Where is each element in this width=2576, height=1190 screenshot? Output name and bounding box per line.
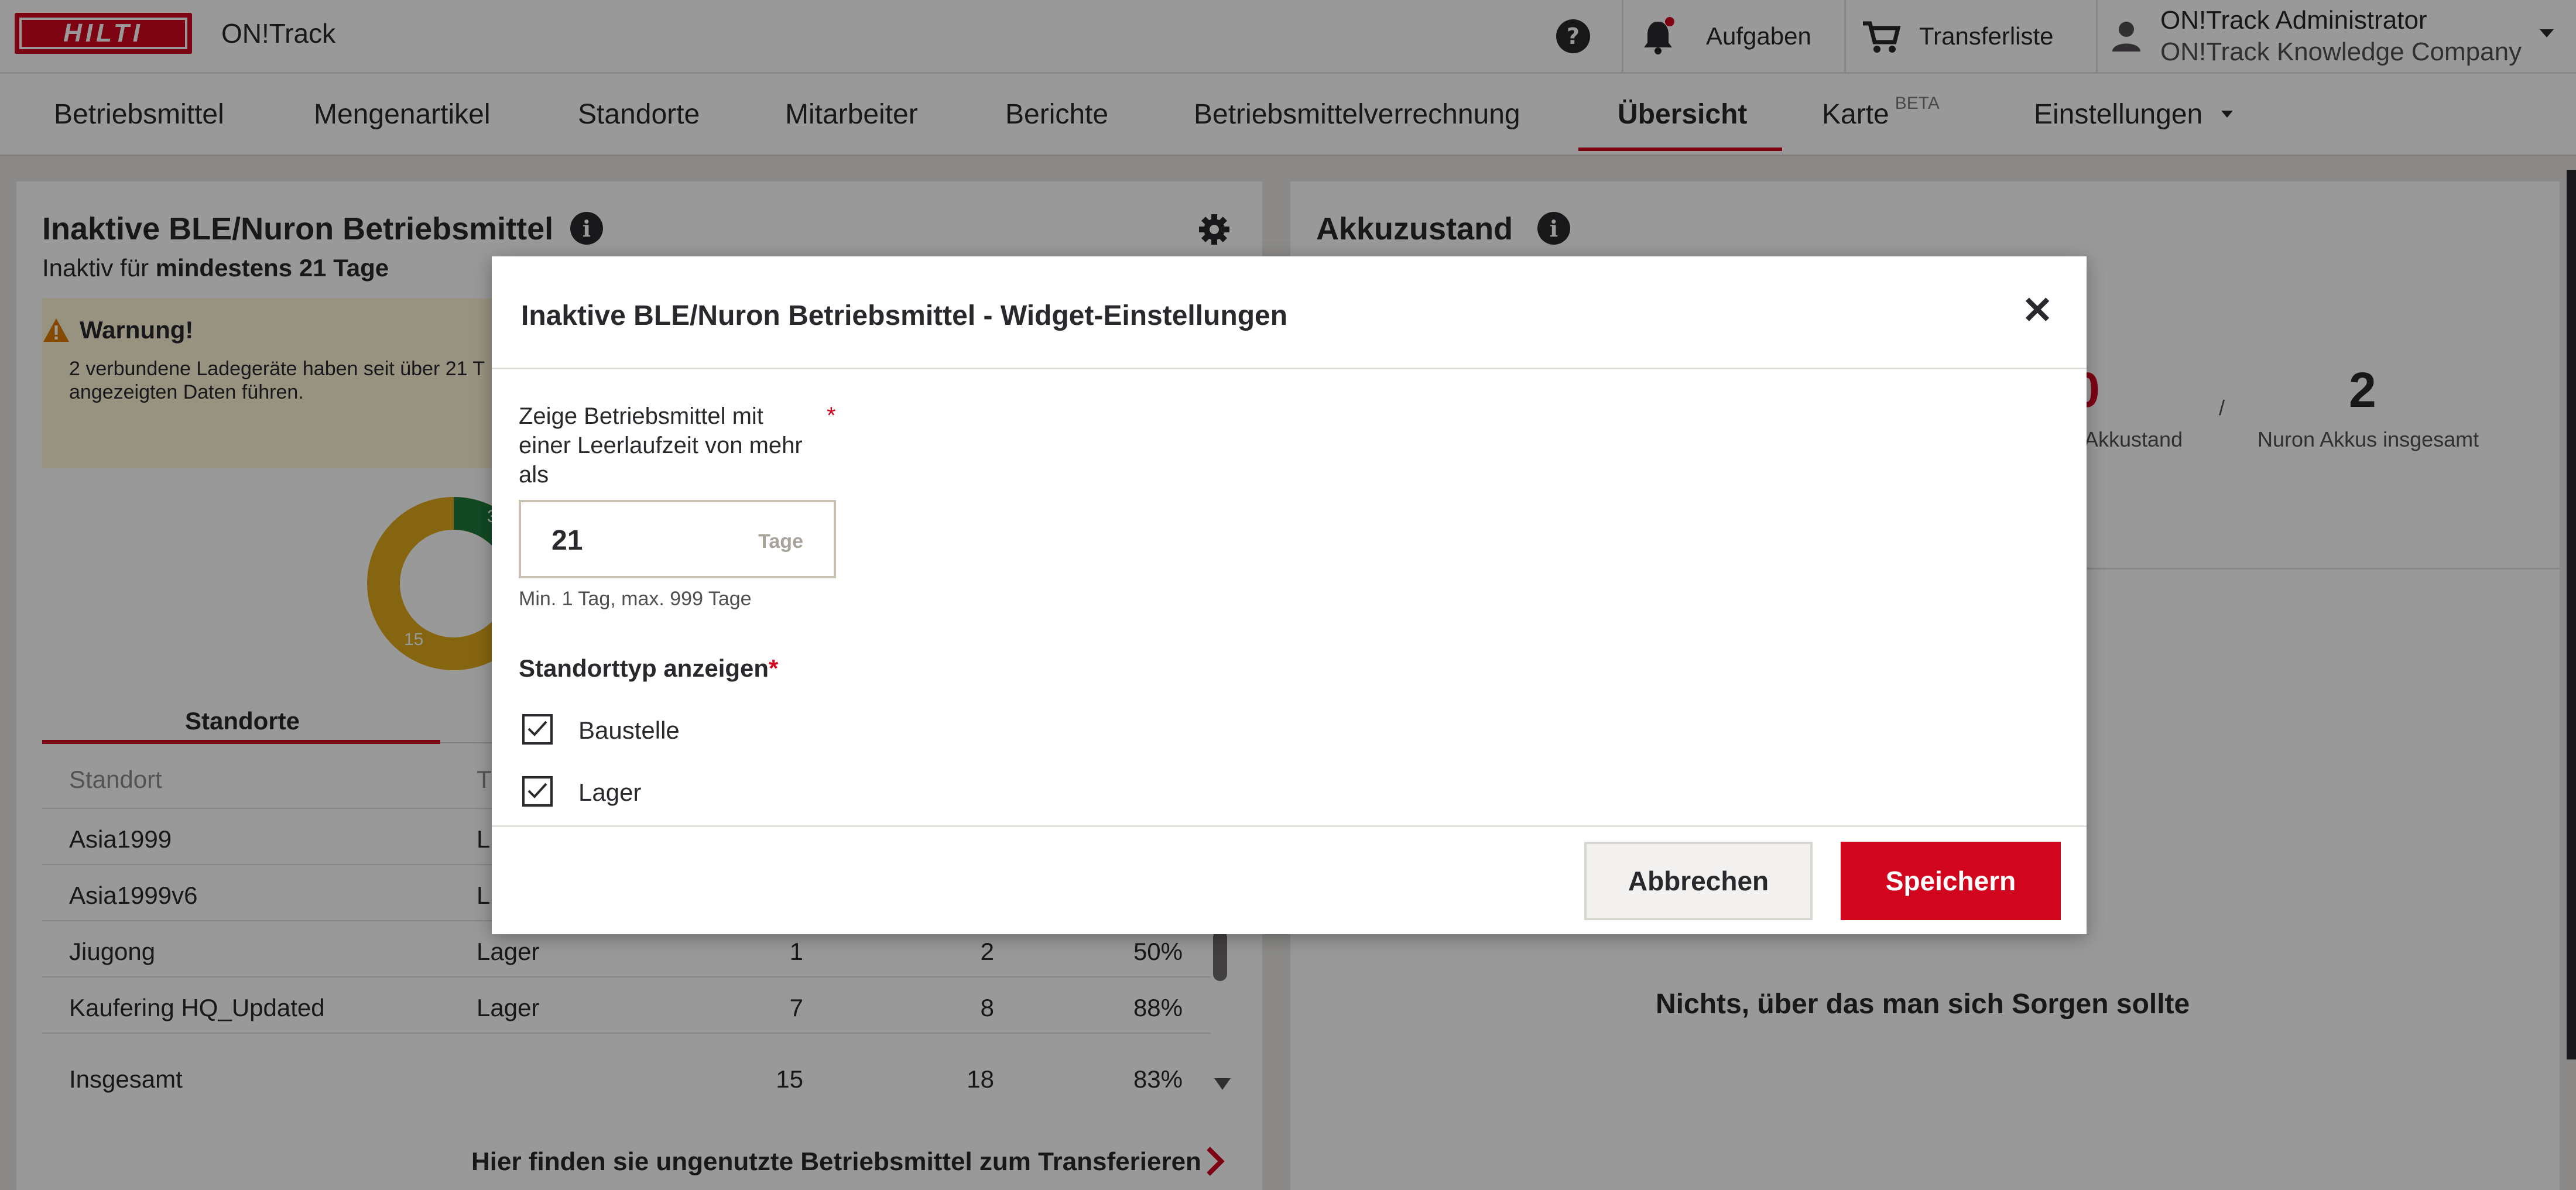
dialog-title: Inaktive BLE/Nuron Betriebsmittel - Widg… [521, 300, 1288, 331]
checkmark-icon [527, 721, 547, 736]
idle-days-input[interactable]: 21 Tage [519, 500, 836, 578]
idle-days-value: 21 [551, 525, 583, 556]
location-type-text: Standorttyp anzeigen [519, 654, 769, 682]
required-marker: * [769, 654, 779, 682]
dialog-footer-divider [492, 825, 2087, 827]
checkmark-icon [527, 783, 547, 798]
checkbox-baustelle[interactable] [522, 714, 553, 745]
required-marker: * [827, 403, 836, 428]
cancel-button[interactable]: Abbrechen [1584, 842, 1813, 920]
widget-settings-dialog: Inaktive BLE/Nuron Betriebsmittel - Widg… [492, 256, 2087, 934]
idle-days-unit: Tage [758, 530, 803, 553]
idle-time-label: Zeige Betriebsmittel mit einer Leerlaufz… [519, 403, 803, 488]
checkbox-lager-label[interactable]: Lager [578, 779, 641, 807]
checkbox-lager[interactable] [522, 776, 553, 807]
location-type-label: Standorttyp anzeigen* [519, 654, 778, 683]
idle-days-hint: Min. 1 Tag, max. 999 Tage [519, 588, 752, 610]
save-button[interactable]: Speichern [1841, 842, 2061, 920]
checkbox-baustelle-label[interactable]: Baustelle [578, 716, 680, 745]
dialog-header-divider [492, 368, 2087, 369]
close-icon[interactable]: ✕ [2019, 292, 2056, 329]
